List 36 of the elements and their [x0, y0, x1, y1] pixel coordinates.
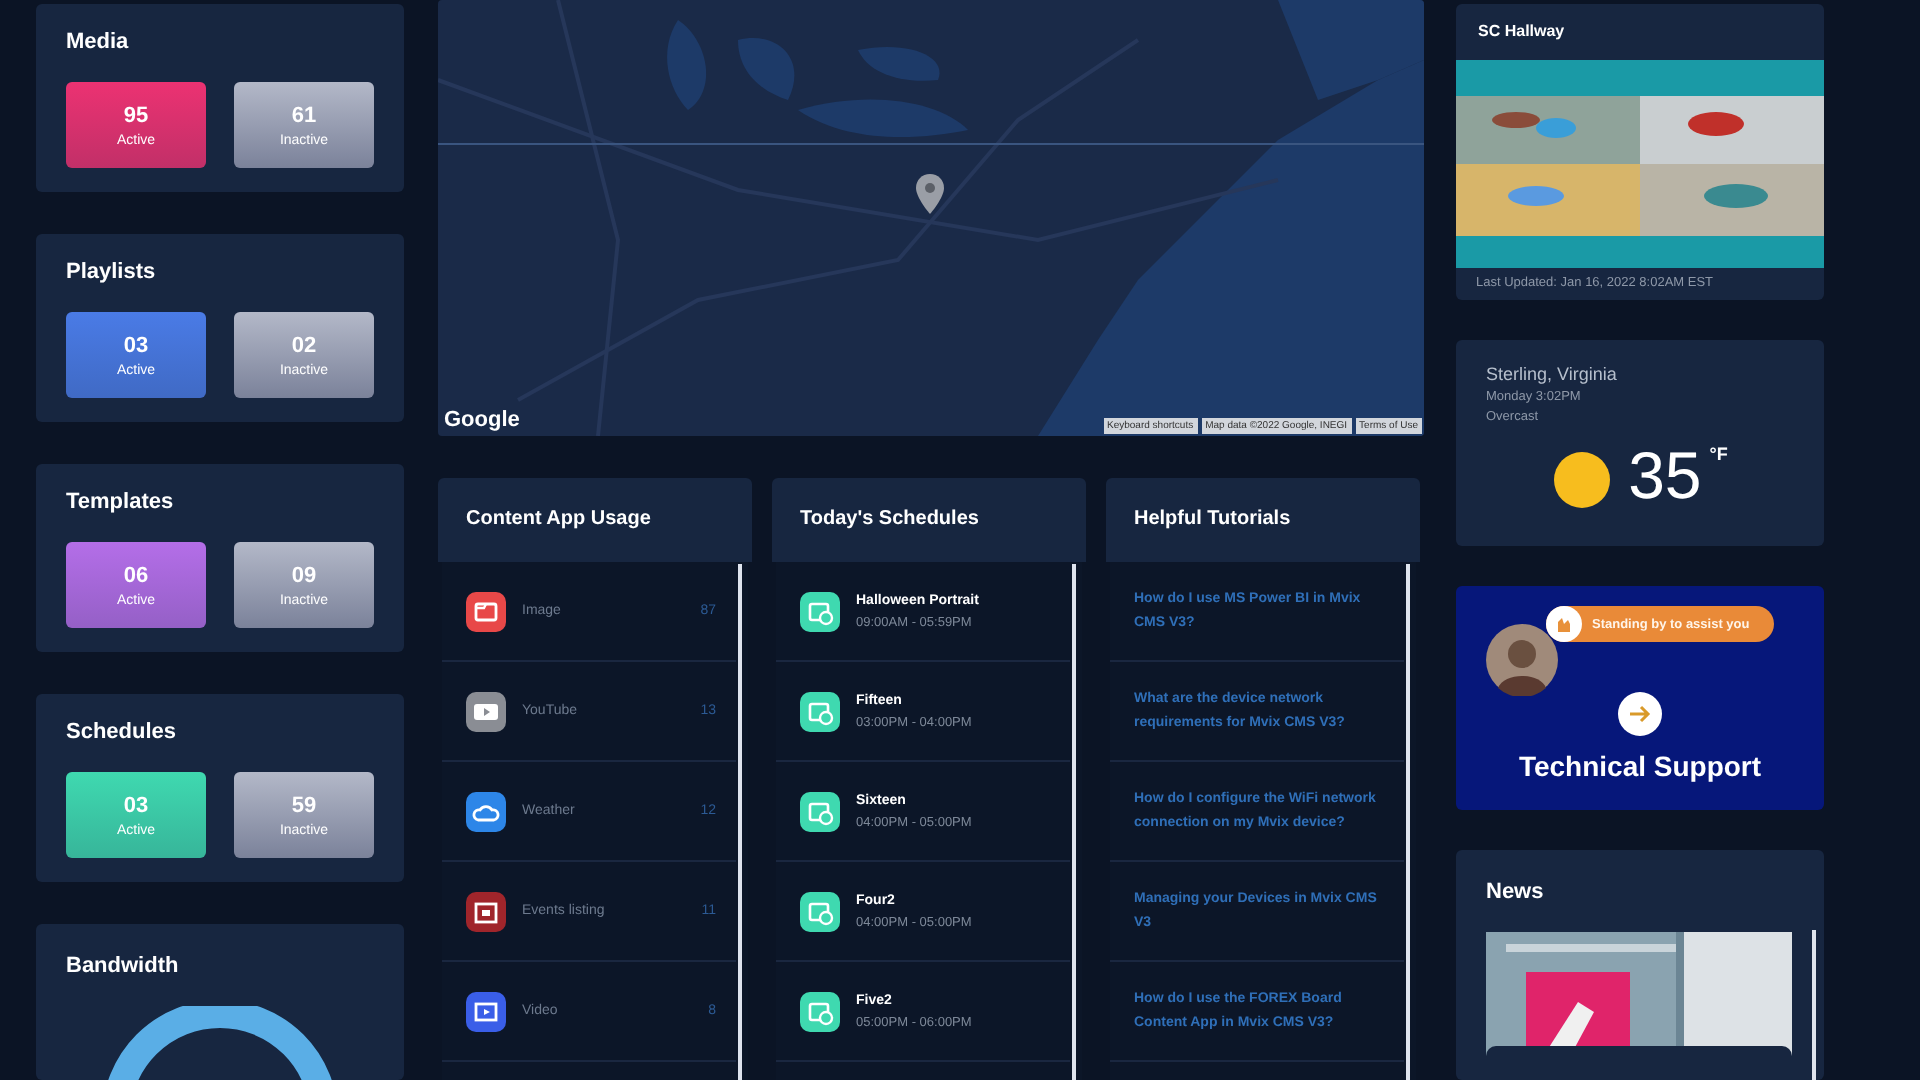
avatar-icon [1486, 624, 1558, 696]
card-title: Templates [66, 490, 176, 514]
scrollbar[interactable] [1812, 930, 1816, 1080]
map-pin-icon[interactable] [916, 174, 944, 214]
temperature: 35 [1628, 440, 1702, 512]
tile-value: 03 [123, 793, 149, 817]
card-header: Helpful Tutorials [1106, 478, 1420, 562]
tile-value: 06 [123, 563, 149, 587]
arrow-button-icon[interactable] [1618, 692, 1662, 736]
calendar-clock-icon [800, 891, 840, 931]
tile-value: 95 [123, 103, 149, 127]
calendar-clock-icon [800, 991, 840, 1031]
sun-icon [1552, 450, 1613, 510]
tile-value: 59 [291, 793, 317, 817]
card-title: Bandwidth [66, 954, 181, 978]
scrollbar[interactable] [1072, 564, 1076, 1080]
card-header: Content App Usage [438, 478, 752, 562]
card-title: News [1486, 880, 1546, 904]
card-title: SC Hallway [1476, 22, 1567, 40]
calendar-clock-icon [800, 791, 840, 831]
card-header: Today's Schedules [772, 478, 1086, 562]
calendar-clock-icon [800, 591, 840, 631]
weather-location: Sterling, Virginia [1486, 364, 1619, 384]
scrollbar[interactable] [1406, 564, 1410, 1080]
support-title: Technical Support [1518, 750, 1762, 782]
scrollbar[interactable] [738, 564, 742, 1080]
map-logo[interactable]: Google [444, 408, 520, 432]
temperature-unit: °F [1709, 444, 1728, 464]
tile-value: 03 [123, 333, 149, 357]
tile-value: 09 [291, 563, 317, 587]
card-title: Media [66, 30, 131, 54]
tile-value: 02 [291, 333, 317, 357]
card-title: Schedules [66, 720, 179, 744]
card-title: Playlists [66, 260, 158, 284]
tile-value: 61 [291, 103, 317, 127]
calendar-clock-icon [800, 691, 840, 731]
